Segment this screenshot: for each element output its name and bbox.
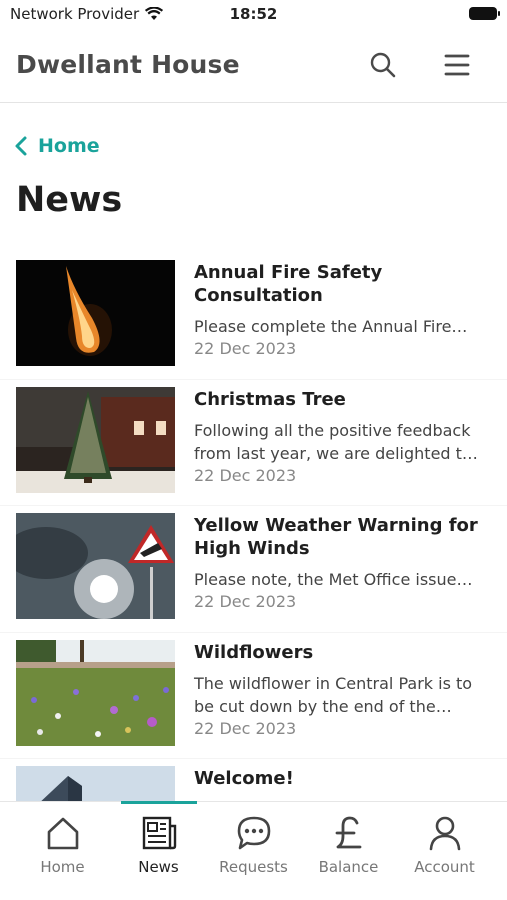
- news-thumbnail: [16, 386, 175, 493]
- tab-account-label: Account: [414, 858, 475, 876]
- person-icon: [429, 816, 460, 851]
- page-title: News: [16, 180, 123, 220]
- news-thumbnail: [16, 766, 175, 801]
- newspaper-icon: [142, 816, 176, 850]
- news-date: 22 Dec 2023: [194, 465, 297, 485]
- news-title: Yellow Weather Warning for High Winds: [194, 515, 478, 559]
- chevron-left-icon: [15, 136, 27, 156]
- news-item[interactable]: Christmas Tree Following all the positiv…: [0, 380, 507, 506]
- tab-news-label: News: [138, 858, 179, 876]
- menu-icon: [444, 54, 470, 76]
- status-bar: Network Provider 18:52: [0, 0, 507, 28]
- pound-icon: [335, 816, 361, 849]
- app-title: Dwellant House: [16, 50, 240, 79]
- tab-home[interactable]: Home: [15, 814, 110, 876]
- menu-button[interactable]: [442, 50, 472, 80]
- news-date: 22 Dec 2023: [194, 718, 297, 738]
- wildflower-meadow-image: [16, 639, 175, 746]
- news-thumbnail: [16, 639, 175, 746]
- breadcrumb-label: Home: [38, 135, 100, 157]
- tab-home-label: Home: [40, 858, 85, 876]
- news-item[interactable]: Welcome!: [0, 759, 507, 801]
- home-icon: [47, 817, 78, 850]
- news-item[interactable]: Yellow Weather Warning for High Winds Pl…: [0, 506, 507, 633]
- news-date: 22 Dec 2023: [194, 339, 297, 358]
- tab-balance-label: Balance: [318, 858, 379, 876]
- news-list: Annual Fire Safety Consultation Please c…: [0, 253, 507, 801]
- news-date: 22 Dec 2023: [194, 592, 297, 611]
- news-thumbnail: [16, 260, 175, 366]
- tab-bar: Home News Requests Balance Account: [0, 801, 507, 900]
- news-thumbnail: [16, 513, 175, 619]
- search-button[interactable]: [368, 50, 398, 80]
- wind-warning-sign-image: [16, 513, 175, 619]
- news-excerpt: The wildflower in Central Park is to be …: [194, 673, 473, 716]
- christmas-tree-image: [16, 386, 175, 493]
- active-tab-indicator: [121, 801, 197, 804]
- news-title: Christmas Tree: [194, 388, 346, 410]
- news-title: Welcome!: [194, 768, 294, 789]
- tab-account[interactable]: Account: [397, 814, 492, 876]
- news-item[interactable]: Wildflowers The wildflower in Central Pa…: [0, 633, 507, 759]
- app-header: Dwellant House: [0, 28, 507, 103]
- news-title: Annual Fire Safety Consultation: [194, 262, 383, 306]
- news-excerpt: Please complete the Annual Fire…: [194, 317, 468, 336]
- tab-news[interactable]: News: [111, 814, 206, 876]
- tab-requests-label: Requests: [219, 858, 288, 876]
- chat-icon: [237, 816, 270, 850]
- search-icon: [370, 52, 396, 78]
- candle-flame-image: [16, 260, 175, 366]
- breadcrumb-home-link[interactable]: Home: [14, 135, 100, 157]
- building-image: [16, 766, 175, 801]
- tab-balance[interactable]: Balance: [301, 814, 396, 876]
- battery-icon: [469, 7, 500, 20]
- news-title: Wildflowers: [194, 641, 314, 663]
- status-time: 18:52: [229, 5, 278, 23]
- news-item[interactable]: Annual Fire Safety Consultation Please c…: [0, 253, 507, 380]
- news-excerpt: Please note, the Met Office issue…: [194, 570, 473, 589]
- news-excerpt: Following all the positive feedback from…: [194, 420, 478, 463]
- tab-requests[interactable]: Requests: [206, 814, 301, 876]
